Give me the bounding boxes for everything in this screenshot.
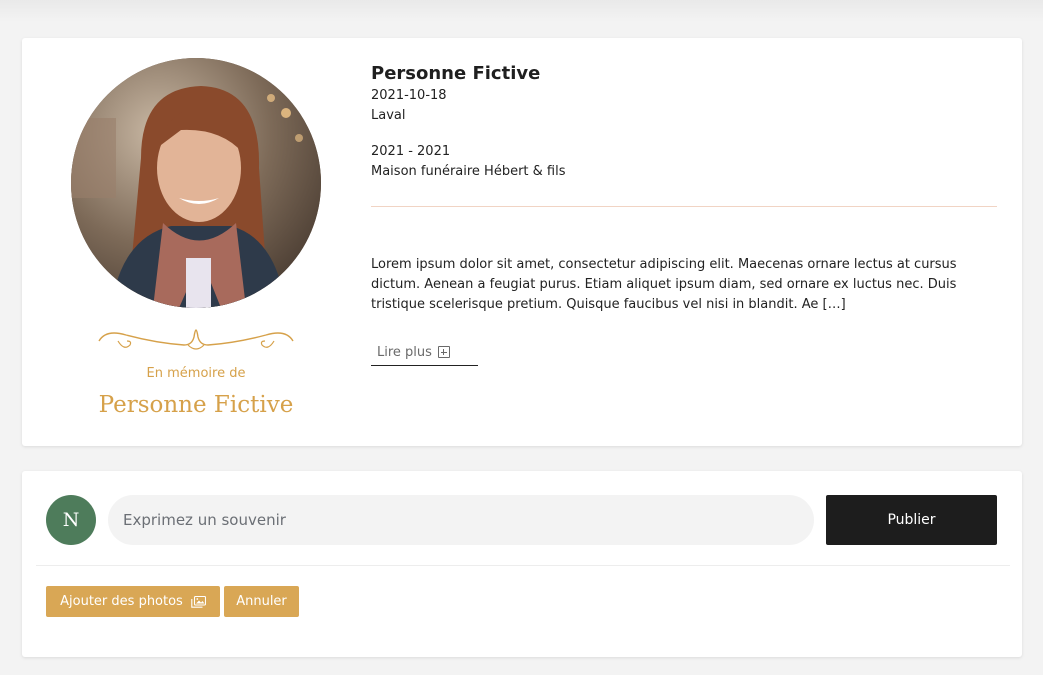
top-shade (0, 0, 1043, 22)
photos-icon (191, 595, 206, 608)
publish-button[interactable]: Publier (826, 495, 997, 545)
cancel-button[interactable]: Annuler (224, 586, 299, 617)
divider (371, 206, 997, 207)
memory-input[interactable] (108, 495, 814, 545)
life-years: 2021 - 2021 (371, 144, 451, 159)
divider (36, 565, 1010, 566)
memorial-name: Personne Fictive (98, 392, 294, 418)
biography-text: Lorem ipsum dolor sit amet, consectetur … (371, 257, 957, 312)
deceased-name: Personne Fictive (371, 63, 541, 84)
memory-form-card: N Publier Ajouter des photos Annuler (22, 471, 1022, 657)
avatar: N (46, 495, 96, 545)
obituary-profile-card: En mémoire de Personne Fictive Personne … (22, 38, 1022, 446)
in-memory-label: En mémoire de (146, 366, 246, 381)
profile-photo (71, 58, 321, 308)
add-photos-button[interactable]: Ajouter des photos (46, 586, 220, 617)
flourish-ornament (98, 329, 294, 350)
city: Laval (371, 108, 406, 123)
funeral-home: Maison funéraire Hébert & fils (371, 164, 566, 179)
birth-date: 2021-10-18 (371, 88, 447, 103)
read-more-link[interactable]: Lire plus (371, 339, 478, 366)
plus-square-icon (437, 346, 450, 358)
add-photos-label: Ajouter des photos (60, 594, 183, 609)
read-more-label: Lire plus (377, 344, 432, 360)
